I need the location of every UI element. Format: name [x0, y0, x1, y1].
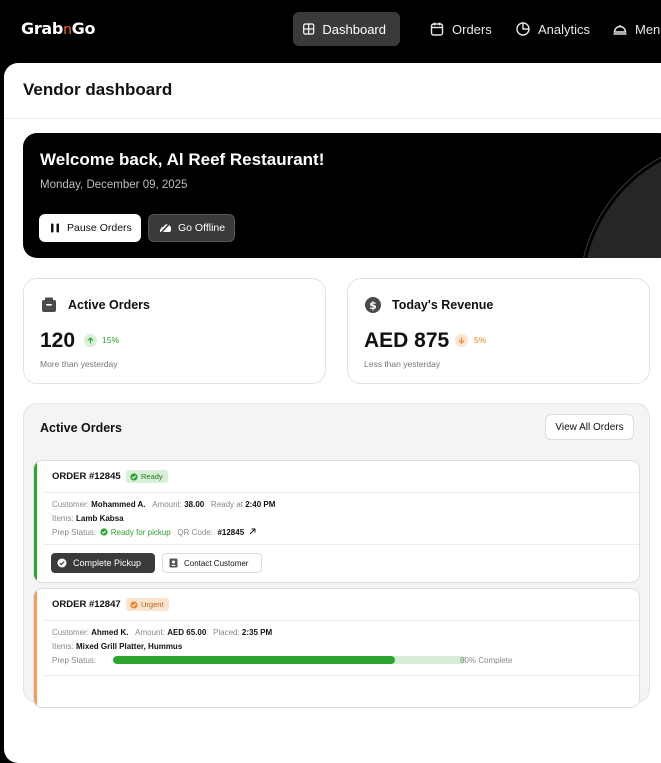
status-badge-ready: Ready [126, 470, 168, 483]
prep-progress-text: 80% Complete [460, 656, 513, 665]
pause-orders-button[interactable]: Pause Orders [39, 214, 141, 242]
trend-down-icon [455, 334, 468, 347]
order-divider [44, 544, 639, 545]
nav-analytics[interactable]: Analytics [515, 12, 590, 46]
order-id: ORDER #12847 [52, 599, 121, 610]
box-icon [42, 297, 56, 312]
placed-time: 2:35 PM [241, 628, 273, 637]
banner-decoration-circle [583, 143, 661, 258]
grid-icon [303, 23, 315, 35]
todays-revenue-value: AED 875 [364, 329, 450, 352]
nav-orders[interactable]: Orders [429, 12, 492, 46]
go-offline-button[interactable]: Go Offline [148, 214, 235, 242]
complete-pickup-button[interactable]: Complete Pickup [51, 553, 155, 573]
prep-progress-fill [113, 656, 396, 664]
order-status-bar [34, 461, 37, 582]
check-circle-icon [130, 472, 138, 481]
order-card-12847[interactable]: ORDER #12847 Urgent Customer: Ahmed K. A… [33, 588, 640, 708]
nav-dashboard-label: Dashboard [322, 21, 386, 37]
welcome-banner: Welcome back, Al Reef Restaurant! Monday… [23, 133, 661, 258]
todays-revenue-change: 5% [474, 335, 487, 345]
order-amount: 38.00 [184, 500, 205, 509]
external-link-icon[interactable] [249, 528, 256, 535]
top-navigation-bar: GrabnGo Dashboard Orders Analytics Menu [0, 0, 661, 62]
order-status-bar [34, 589, 37, 707]
status-badge-urgent: Urgent [126, 598, 169, 611]
order-amount: AED 65.00 [167, 628, 207, 637]
qr-code-value: #12845 [217, 528, 245, 537]
current-date: Monday, December 09, 2025 [40, 179, 188, 191]
title-divider [4, 118, 661, 119]
nav-orders-label: Orders [452, 21, 492, 37]
nav-menu-label: Menu [635, 21, 661, 37]
offline-icon [160, 222, 172, 234]
todays-revenue-label: Today's Revenue [392, 298, 494, 312]
contact-customer-button[interactable]: Contact Customer [162, 553, 262, 573]
order-details-line: Customer: Mohammed A. Amount: 38.00 Read… [52, 500, 276, 509]
active-orders-card: Active Orders 120 15% More than yesterda… [23, 278, 326, 384]
cloche-icon [613, 25, 627, 35]
prep-status-value: Ready for pickup [110, 528, 171, 537]
active-orders-sub: More than yesterday [40, 359, 118, 369]
ready-time: 2:40 PM [245, 500, 276, 509]
trend-up-icon [84, 334, 97, 347]
order-divider [44, 492, 639, 493]
pause-orders-label: Pause Orders [67, 222, 132, 234]
dollar-icon: $ [365, 297, 381, 313]
order-divider [44, 620, 639, 621]
todays-revenue-sub: Less than yesterday [364, 359, 441, 369]
check-circle-icon [100, 528, 109, 536]
complete-pickup-label: Complete Pickup [73, 558, 142, 568]
alert-circle-icon [130, 600, 138, 609]
app-logo[interactable]: GrabnGo [21, 19, 95, 38]
order-items: Mixed Grill Platter, Hummus [76, 642, 183, 651]
prep-progress-bar [113, 656, 466, 664]
prep-status-line: Prep Status: Ready for pickup QR Code: #… [52, 528, 256, 537]
welcome-title: Welcome back, Al Reef Restaurant! [40, 150, 325, 169]
active-orders-value: 120 [40, 329, 76, 352]
contact-customer-label: Contact Customer [184, 558, 249, 568]
status-badge-label: Urgent [141, 600, 164, 609]
page-title: Vendor dashboard [23, 80, 173, 99]
status-badge-label: Ready [141, 472, 163, 481]
nav-menu[interactable]: Menu [612, 12, 661, 46]
order-items-line: Items: Lamb Kabsa [52, 514, 124, 523]
active-orders-panel: Active Orders View All Orders ORDER #128… [23, 403, 650, 708]
prep-status-label: Prep Status: [52, 656, 97, 665]
pie-chart-icon [516, 22, 530, 36]
order-card-12845[interactable]: ORDER #12845 Ready Customer: Mohammed A.… [33, 460, 640, 583]
pause-icon [51, 223, 59, 233]
go-offline-label: Go Offline [178, 222, 226, 234]
active-orders-panel-title: Active Orders [40, 421, 122, 435]
order-divider [44, 675, 639, 676]
nav-dashboard[interactable]: Dashboard [293, 12, 400, 46]
order-id: ORDER #12845 [52, 471, 121, 482]
order-details-line: Customer: Ahmed K. Amount: AED 65.00 Pla… [52, 628, 273, 637]
check-circle-icon [57, 558, 67, 568]
nav-analytics-label: Analytics [538, 21, 591, 37]
contact-card-icon [169, 558, 178, 568]
customer-name: Ahmed K. [91, 628, 129, 637]
customer-name: Mohammed A. [91, 500, 146, 509]
active-orders-change: 15% [102, 335, 120, 345]
active-orders-label: Active Orders [68, 298, 150, 312]
view-all-orders-button[interactable]: View All Orders [545, 414, 634, 440]
order-items-line: Items: Mixed Grill Platter, Hummus [52, 642, 183, 651]
calendar-icon [430, 22, 444, 36]
svg-text:$: $ [369, 299, 377, 312]
order-items: Lamb Kabsa [76, 514, 124, 523]
todays-revenue-card: $ Today's Revenue AED 875 5% Less than y… [347, 278, 650, 384]
